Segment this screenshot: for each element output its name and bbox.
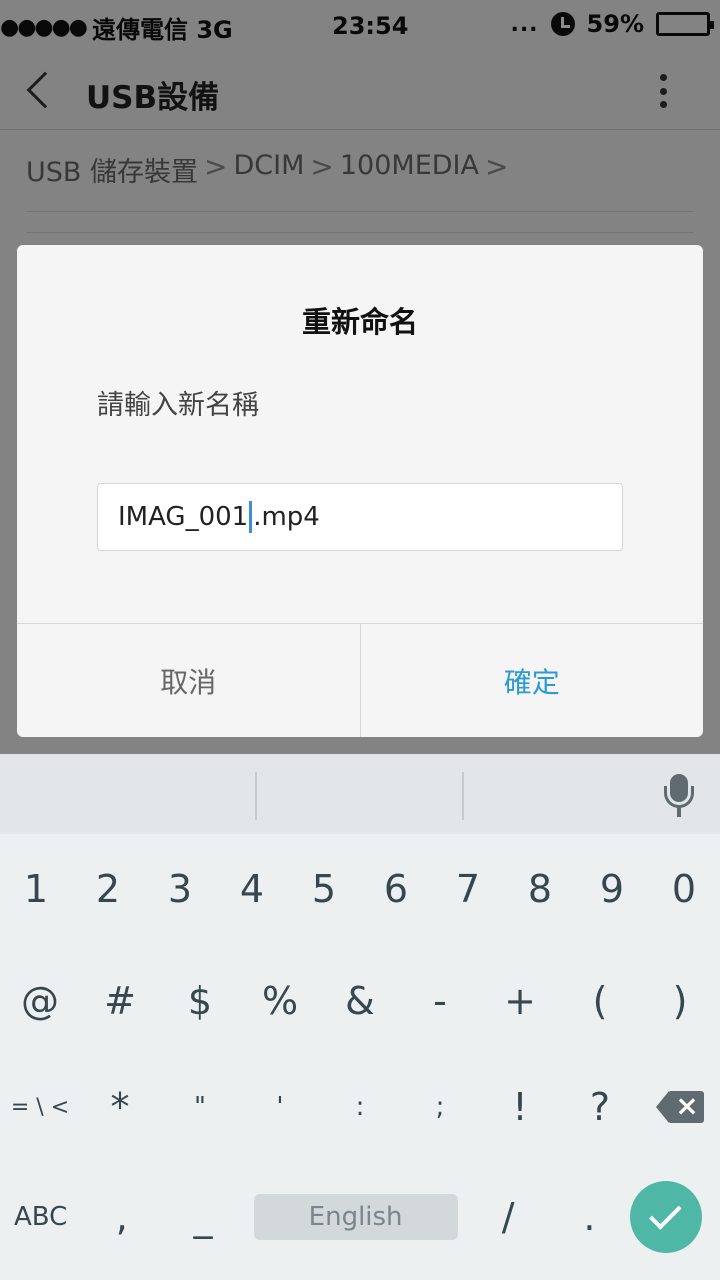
checkmark-icon [649,1197,682,1230]
microphone-icon[interactable] [662,774,696,818]
input-text-before-cursor: IMAG_001 [118,502,249,532]
key-dollar[interactable]: $ [160,946,240,1056]
key-apostrophe[interactable]: ' [240,1052,320,1162]
key-2[interactable]: 2 [72,834,144,944]
key-8[interactable]: 8 [504,834,576,944]
key-double-quote[interactable]: " [160,1052,240,1162]
divider [462,772,464,820]
key-underscore[interactable]: _ [162,1162,243,1272]
key-question[interactable]: ? [560,1052,640,1162]
backspace-key[interactable]: × [640,1052,720,1162]
key-percent[interactable]: % [240,946,320,1056]
rename-dialog: 重新命名 請輸入新名稱 IMAG_001 .mp4 取消 確定 [17,245,703,737]
dialog-actions: 取消 確定 [17,623,703,737]
key-colon[interactable]: : [320,1052,400,1162]
key-7[interactable]: 7 [432,834,504,944]
bottom-row: ABC , _ English / . [0,1162,720,1272]
dialog-title: 重新命名 [301,305,418,339]
new-name-input[interactable]: IMAG_001 .mp4 [97,483,623,551]
key-asterisk[interactable]: * [80,1052,160,1162]
key-1[interactable]: 1 [0,834,72,944]
key-hash[interactable]: # [80,946,160,1056]
key-close-paren[interactable]: ) [640,946,720,1056]
key-9[interactable]: 9 [576,834,648,944]
more-symbols-key[interactable]: = \ < [0,1052,80,1162]
symbol-row-2: = \ < * " ' : ; ! ? × [0,1052,720,1162]
key-slash[interactable]: / [468,1162,549,1272]
key-5[interactable]: 5 [288,834,360,944]
suggestion-strip [0,754,720,834]
symbol-row-1: @ # $ % & - + ( ) [0,946,720,1056]
key-comma[interactable]: , [81,1162,162,1272]
key-period[interactable]: . [549,1162,630,1272]
confirm-button[interactable]: 確定 [361,624,704,737]
abc-key[interactable]: ABC [0,1162,81,1272]
key-6[interactable]: 6 [360,834,432,944]
key-minus[interactable]: - [400,946,480,1056]
input-text-after-cursor: .mp4 [253,502,320,532]
key-semicolon[interactable]: ; [400,1052,480,1162]
enter-key[interactable] [630,1181,703,1253]
key-4[interactable]: 4 [216,834,288,944]
soft-keyboard: 1 2 3 4 5 6 7 8 9 0 @ # $ % & - + ( ) = … [0,754,720,1280]
space-key[interactable]: English [253,1194,458,1240]
divider [255,772,257,820]
text-cursor [249,501,253,533]
key-ampersand[interactable]: & [320,946,400,1056]
key-at[interactable]: @ [0,946,80,1056]
backspace-icon: × [656,1089,704,1123]
key-0[interactable]: 0 [648,834,720,944]
key-plus[interactable]: + [480,946,560,1056]
cancel-button[interactable]: 取消 [17,624,361,737]
dialog-message: 請輸入新名稱 [97,390,259,421]
number-row: 1 2 3 4 5 6 7 8 9 0 [0,834,720,944]
key-3[interactable]: 3 [144,834,216,944]
key-open-paren[interactable]: ( [560,946,640,1056]
key-exclamation[interactable]: ! [480,1052,560,1162]
